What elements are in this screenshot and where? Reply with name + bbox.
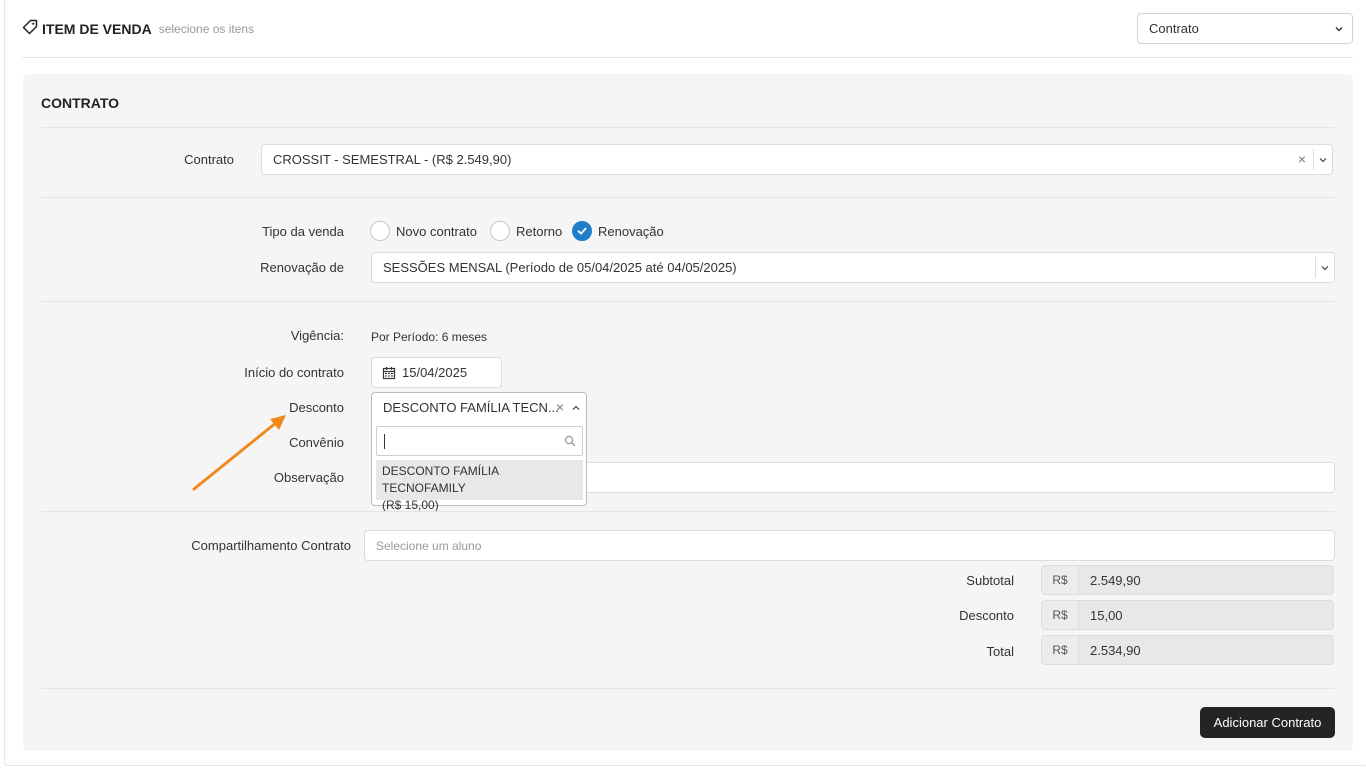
total-value: 2.534,90 bbox=[1078, 635, 1334, 665]
search-icon bbox=[564, 435, 576, 447]
text-caret bbox=[384, 434, 385, 449]
subtotal-value: 2.549,90 bbox=[1078, 565, 1334, 595]
desconto-search-input[interactable] bbox=[376, 426, 583, 456]
desconto-dropdown: DESCONTO FAMÍLIA TECNOFAMILY (R$ 15,00) bbox=[371, 422, 587, 512]
section-header: ITEM DE VENDA selecione os itens bbox=[22, 19, 254, 38]
currency-addon: R$ bbox=[1041, 635, 1078, 665]
chevron-down-icon bbox=[1335, 26, 1343, 31]
compartilhamento-placeholder: Selecione um aluno bbox=[376, 538, 482, 553]
page-title: ITEM DE VENDA bbox=[42, 20, 152, 37]
renovacao-select-value: SESSÕES MENSAL (Período de 05/04/2025 at… bbox=[383, 260, 737, 275]
select-separator bbox=[1315, 257, 1316, 278]
desconto-total-value: 15,00 bbox=[1078, 600, 1334, 630]
desconto-total-label: Desconto bbox=[959, 608, 1014, 623]
item-type-select-value: Contrato bbox=[1149, 21, 1199, 36]
tipo-venda-label: Tipo da venda bbox=[262, 224, 344, 239]
vigencia-value: Por Período: 6 meses bbox=[371, 330, 488, 344]
contrato-label: Contrato bbox=[184, 152, 234, 167]
item-type-select[interactable]: Contrato bbox=[1137, 13, 1353, 44]
radio-retorno[interactable]: Retorno bbox=[490, 221, 562, 241]
vigencia-label: Vigência: bbox=[290, 328, 344, 343]
inicio-date-value: 15/04/2025 bbox=[402, 365, 468, 380]
compartilhamento-select[interactable]: Selecione um aluno bbox=[364, 530, 1335, 561]
chevron-down-icon bbox=[1319, 157, 1327, 162]
total-label: Total bbox=[986, 644, 1014, 659]
select-separator bbox=[1313, 149, 1314, 170]
calendar-icon[interactable] bbox=[382, 366, 396, 380]
radio-circle-checked[interactable] bbox=[572, 221, 592, 241]
renovacao-select[interactable]: SESSÕES MENSAL (Período de 05/04/2025 at… bbox=[371, 252, 1335, 283]
desconto-select-value: DESCONTO FAMÍLIA TECN... bbox=[383, 400, 559, 415]
subtotal-label: Subtotal bbox=[966, 573, 1014, 588]
desconto-select[interactable]: DESCONTO FAMÍLIA TECN... × bbox=[371, 392, 587, 423]
inicio-label: Início do contrato bbox=[244, 365, 344, 380]
compartilhamento-label: Compartilhamento Contrato bbox=[191, 538, 351, 553]
radio-label: Novo contrato bbox=[396, 223, 477, 239]
add-contract-button[interactable]: Adicionar Contrato bbox=[1200, 707, 1335, 738]
divider bbox=[41, 688, 1335, 689]
tag-icon bbox=[22, 19, 38, 38]
currency-addon: R$ bbox=[1041, 565, 1078, 595]
currency-addon: R$ bbox=[1041, 600, 1078, 630]
radio-circle[interactable] bbox=[370, 221, 390, 241]
subtotal-field: R$ 2.549,90 bbox=[1041, 565, 1334, 595]
radio-renovacao[interactable]: Renovação bbox=[572, 221, 664, 241]
header-divider bbox=[22, 57, 1353, 58]
desconto-option[interactable]: DESCONTO FAMÍLIA TECNOFAMILY (R$ 15,00) bbox=[376, 460, 583, 512]
annotation-arrow bbox=[192, 415, 286, 491]
clear-icon[interactable]: × bbox=[1298, 151, 1306, 167]
divider bbox=[41, 301, 1335, 302]
chevron-up-icon bbox=[572, 405, 580, 410]
contrato-select[interactable]: CROSSIT - SEMESTRAL - (R$ 2.549,90) × bbox=[261, 144, 1333, 175]
radio-label: Retorno bbox=[516, 223, 563, 239]
divider bbox=[41, 127, 1335, 128]
inicio-date-field[interactable]: 15/04/2025 bbox=[371, 357, 502, 388]
radio-label: Renovação bbox=[598, 223, 664, 239]
radio-circle[interactable] bbox=[490, 221, 510, 241]
divider bbox=[41, 197, 1335, 198]
radio-novo-contrato[interactable]: Novo contrato bbox=[370, 221, 477, 241]
total-field: R$ 2.534,90 bbox=[1041, 635, 1334, 665]
check-icon bbox=[577, 227, 587, 235]
clear-icon[interactable]: × bbox=[556, 399, 564, 415]
chevron-down-icon bbox=[1321, 265, 1329, 270]
divider bbox=[41, 511, 1335, 512]
renovacao-label: Renovação de bbox=[260, 260, 344, 275]
page-subtitle: selecione os itens bbox=[158, 21, 255, 36]
card-title: CONTRATO bbox=[41, 95, 120, 111]
desconto-total-field: R$ 15,00 bbox=[1041, 600, 1334, 630]
contrato-select-value: CROSSIT - SEMESTRAL - (R$ 2.549,90) bbox=[273, 152, 512, 167]
desconto-option-name: DESCONTO FAMÍLIA TECNOFAMILY bbox=[382, 464, 499, 495]
